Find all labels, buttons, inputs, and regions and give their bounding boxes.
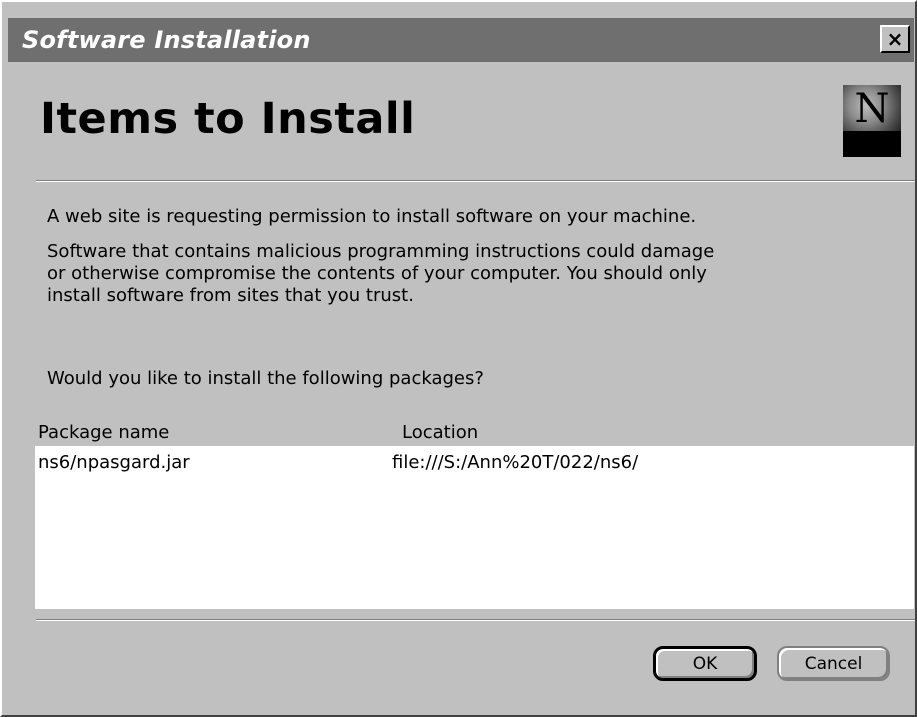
footer-divider: [36, 619, 915, 621]
warning-text: Software that contains malicious program…: [47, 241, 714, 307]
title-bar[interactable]: Software Installation ×: [8, 18, 914, 62]
logo-letter: N: [854, 86, 890, 132]
permission-text: A web site is requesting permission to i…: [47, 206, 697, 227]
warning-line: Software that contains malicious program…: [47, 241, 715, 262]
header-divider: [36, 180, 915, 182]
list-item[interactable]: ns6/npasgard.jar file:///S:/Ann%20T/022/…: [35, 452, 914, 476]
window-title: Software Installation: [22, 26, 311, 54]
warning-line: or otherwise compromise the contents of …: [47, 263, 707, 284]
package-name: ns6/npasgard.jar: [38, 452, 190, 473]
close-icon: ×: [886, 27, 904, 51]
cancel-button[interactable]: Cancel: [777, 646, 890, 681]
column-header-package-name: Package name: [38, 422, 170, 443]
close-button[interactable]: ×: [880, 25, 910, 53]
warning-line: install software from sites that you tru…: [47, 285, 414, 306]
ok-button[interactable]: OK: [653, 646, 757, 681]
column-header-location: Location: [402, 422, 479, 443]
software-installation-dialog: Software Installation × Items to Install…: [0, 0, 917, 717]
install-question: Would you like to install the following …: [47, 368, 484, 389]
package-list[interactable]: ns6/npasgard.jar file:///S:/Ann%20T/022/…: [35, 446, 914, 609]
package-location: file:///S:/Ann%20T/022/ns6/: [392, 452, 639, 473]
netscape-logo-icon: N: [843, 85, 901, 157]
page-title: Items to Install: [40, 94, 416, 144]
